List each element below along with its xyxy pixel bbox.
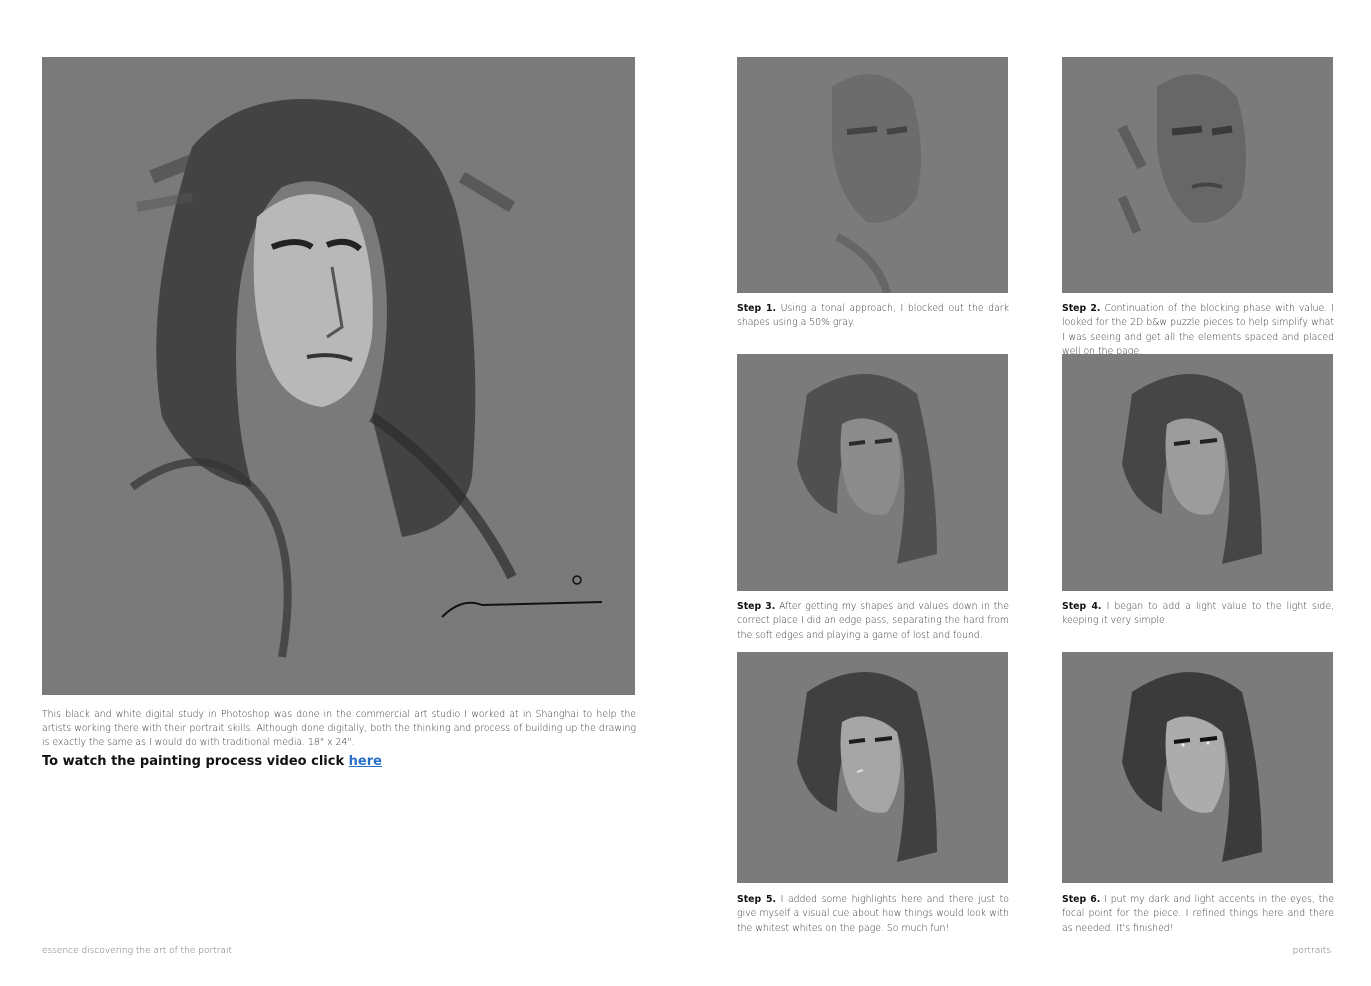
footer-section: portraits	[1292, 946, 1331, 956]
step-6-text: I put my dark and light accents in the e…	[1062, 894, 1334, 934]
step-3-text: After getting my shapes and values down …	[737, 601, 1009, 641]
step-2-label: Step 2.	[1062, 303, 1101, 314]
step-3-image	[737, 354, 1008, 591]
step-6-image	[1062, 652, 1333, 883]
step-4-text: I began to add a light value to the ligh…	[1062, 601, 1334, 627]
step-5-text: I added some highlights here and there j…	[737, 894, 1009, 934]
step-1-text: Using a tonal approach, I blocked out th…	[737, 303, 1009, 329]
step-2-image	[1062, 57, 1333, 293]
step-5-label: Step 5.	[737, 894, 776, 905]
video-callout-text: To watch the painting process video clic…	[42, 754, 345, 769]
step-2-caption: Step 2. Continuation of the blocking pha…	[1062, 302, 1334, 359]
step-1-caption: Step 1. Using a tonal approach, I blocke…	[737, 302, 1009, 331]
step-4-caption: Step 4. I began to add a light value to …	[1062, 600, 1334, 629]
step-5-image	[737, 652, 1008, 883]
footer-book-title: essence discovering the art of the portr…	[42, 946, 232, 956]
main-caption: This black and white digital study in Ph…	[42, 709, 636, 748]
step-2-text: Continuation of the blocking phase with …	[1062, 303, 1334, 357]
main-portrait-painting	[42, 57, 635, 695]
step-4-image	[1062, 354, 1333, 591]
step-4-label: Step 4.	[1062, 601, 1102, 612]
step-1-label: Step 1.	[737, 303, 777, 314]
step-3-label: Step 3.	[737, 601, 776, 612]
step-1-image	[737, 57, 1008, 293]
video-callout: To watch the painting process video clic…	[42, 754, 382, 769]
step-5-caption: Step 5. I added some highlights here and…	[737, 893, 1009, 936]
step-6-label: Step 6.	[1062, 894, 1101, 905]
step-3-caption: Step 3. After getting my shapes and valu…	[737, 600, 1009, 643]
video-link[interactable]: here	[349, 754, 382, 769]
step-6-caption: Step 6. I put my dark and light accents …	[1062, 893, 1334, 936]
